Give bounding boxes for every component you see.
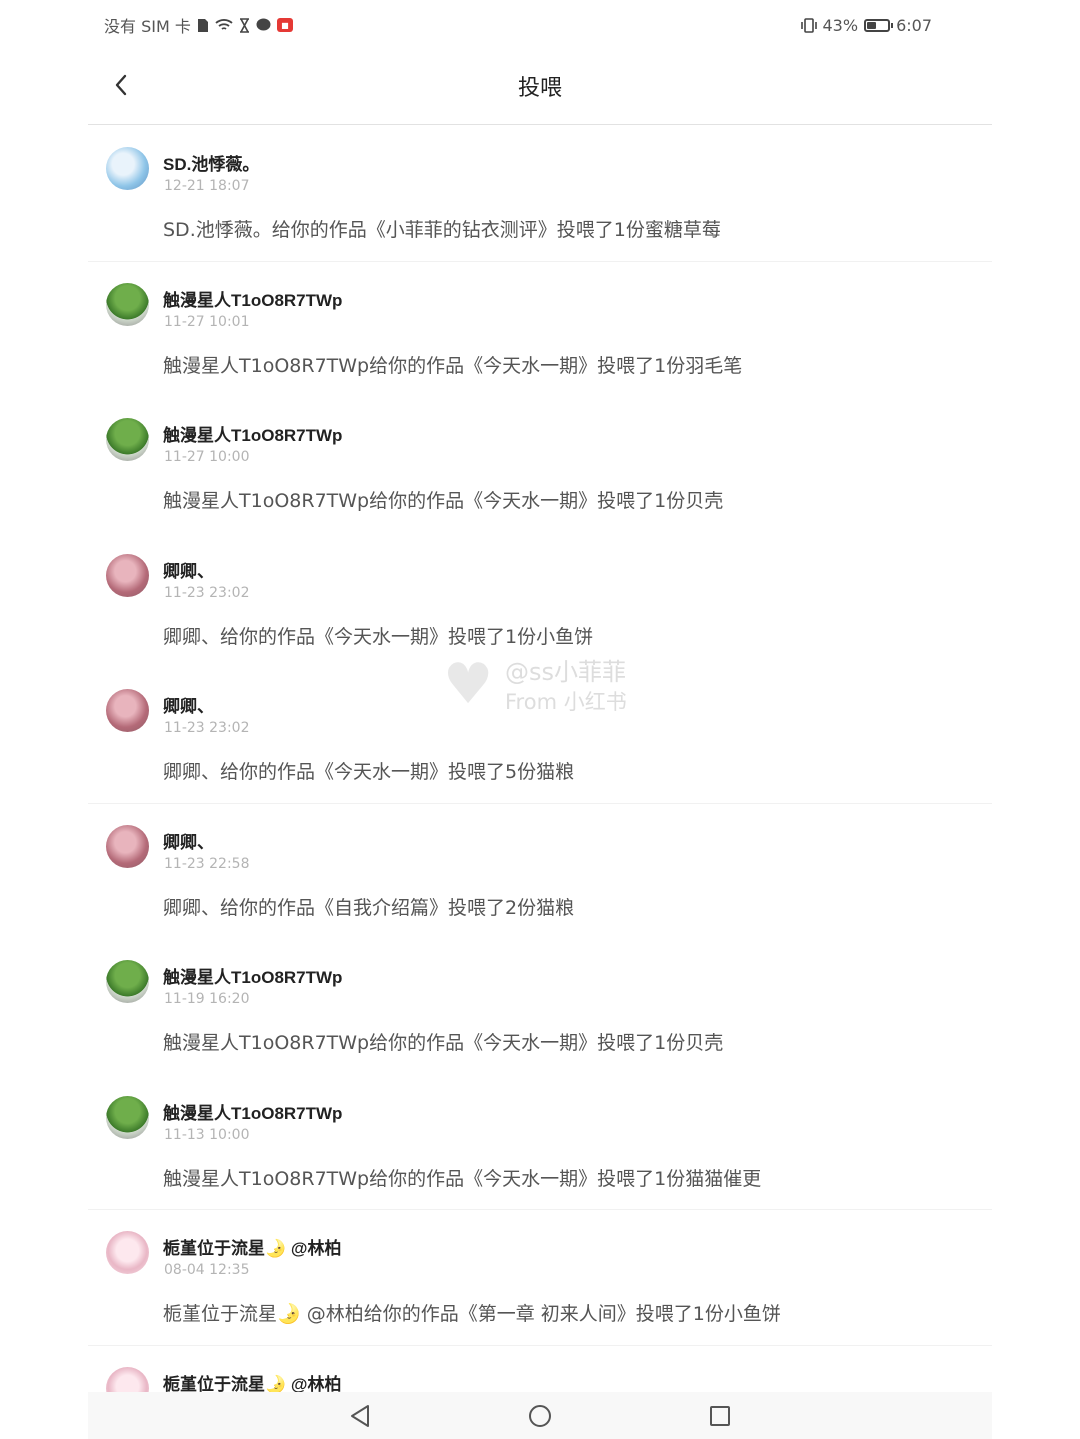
system-nav-bar — [88, 1392, 992, 1439]
nav-back-button[interactable] — [345, 1401, 375, 1431]
feed-item[interactable]: 触漫星人T1oO8R7TWp 11-19 16:20 触漫星人T1oO8R7TWp给… — [88, 939, 992, 1075]
avatar[interactable] — [106, 553, 149, 597]
timestamp: 11-19 16:20 — [164, 991, 250, 1007]
feed-message: 栀堇位于流星🌛 @林柏给你的作品《第一章 初来人间》投喂了1份小鱼饼 — [163, 1303, 781, 1325]
timestamp: 11-27 10:01 — [164, 313, 250, 330]
battery-percent: 43% — [822, 15, 859, 35]
status-right: 43% 6:07 — [800, 15, 932, 35]
timestamp: 12-21 18:07 — [164, 178, 250, 194]
timestamp: 11-23 22:58 — [164, 855, 250, 872]
avatar[interactable] — [106, 1231, 149, 1274]
battery-fill — [867, 21, 877, 29]
nav-home-button[interactable] — [525, 1401, 555, 1431]
chat-bubble-icon — [256, 18, 271, 32]
feed-message: 触漫星人T1oO8R7TWp给你的作品《今天水一期》投喂了1份贝壳 — [163, 490, 724, 512]
page-title: 投喂 — [517, 76, 562, 101]
feed-item[interactable]: SD.池悸薇。 12-21 18:07 SD.池悸薇。给你的作品《小菲菲的钻衣测评》… — [88, 126, 992, 262]
feed-list[interactable]: SD.池悸薇。 12-21 18:07 SD.池悸薇。给你的作品《小菲菲的钻衣测评》… — [88, 126, 992, 1439]
user-name[interactable]: 触漫星人T1oO8R7TWp — [163, 963, 342, 988]
feed-message: SD.池悸薇。给你的作品《小菲菲的钻衣测评》投喂了1份蜜糖草莓 — [163, 219, 721, 241]
avatar[interactable] — [106, 147, 149, 190]
status-left: 没有 SIM 卡 ■ — [104, 13, 293, 37]
status-bar: 没有 SIM 卡 ■ 43% 6:07 — [88, 0, 992, 50]
timestamp: 11-23 23:02 — [164, 584, 250, 601]
feed-item[interactable]: 触漫星人T1oO8R7TWp 11-27 10:00 触漫星人T1oO8R7TWp给… — [88, 397, 992, 533]
user-name[interactable]: 触漫星人T1oO8R7TWp — [163, 1099, 342, 1124]
wifi-icon — [215, 18, 233, 32]
feed-message: 触漫星人T1oO8R7TWp给你的作品《今天水一期》投喂了1份羽毛笔 — [163, 354, 743, 377]
feed-message: 卿卿、给你的作品《今天水一期》投喂了1份小鱼饼 — [163, 625, 594, 648]
avatar[interactable] — [106, 1095, 149, 1139]
feed-message: 卿卿、给你的作品《自我介绍篇》投喂了2份猫粮 — [163, 896, 575, 919]
feed-message: 卿卿、给你的作品《今天水一期》投喂了5份猫粮 — [163, 761, 575, 783]
clock: 6:07 — [896, 15, 932, 35]
home-circle-icon — [529, 1404, 551, 1427]
user-name[interactable]: SD.池悸薇。 — [163, 150, 259, 175]
user-name[interactable]: 卿卿、 — [163, 828, 214, 853]
user-name[interactable]: 栀堇位于流星🌛 @林柏 — [163, 1234, 341, 1259]
carrier-text: 没有 SIM 卡 — [104, 17, 191, 36]
red-app-icon: ■ — [276, 18, 293, 32]
timestamp: 11-23 23:02 — [164, 720, 250, 736]
feed-item[interactable]: 触漫星人T1oO8R7TWp 11-27 10:01 触漫星人T1oO8R7TWp给… — [88, 262, 992, 398]
timestamp: 11-27 10:00 — [164, 449, 250, 465]
user-name[interactable]: 栀堇位于流星🌛 @林柏 — [163, 1370, 341, 1395]
timestamp: 08-04 12:35 — [164, 1262, 250, 1278]
user-name[interactable]: 卿卿、 — [163, 557, 214, 582]
avatar[interactable] — [106, 418, 149, 461]
feed-item[interactable]: 触漫星人T1oO8R7TWp 11-13 10:00 触漫星人T1oO8R7TWp给… — [88, 1075, 992, 1211]
battery-icon — [864, 18, 894, 32]
vibrate-icon — [800, 17, 817, 33]
timestamp: 11-13 10:00 — [164, 1126, 250, 1143]
avatar[interactable] — [106, 282, 149, 326]
header: 投喂 — [88, 50, 992, 125]
feed-message: 触漫星人T1oO8R7TWp给你的作品《今天水一期》投喂了1份猫猫催更 — [163, 1167, 762, 1190]
feed-message: 触漫星人T1oO8R7TWp给你的作品《今天水一期》投喂了1份贝壳 — [163, 1032, 724, 1054]
hourglass-icon — [239, 17, 250, 33]
app-screen: 没有 SIM 卡 ■ 43% 6:07 投喂 SD.池悸薇。 12-21 18:… — [88, 0, 992, 1439]
feed-item[interactable]: 栀堇位于流星🌛 @林柏 08-04 12:35 栀堇位于流星🌛 @林柏给你的作品《第… — [88, 1210, 992, 1346]
avatar[interactable] — [106, 689, 149, 732]
nav-recents-button[interactable] — [705, 1401, 735, 1431]
back-triangle-icon — [351, 1404, 369, 1427]
recents-square-icon — [710, 1405, 730, 1426]
feed-item[interactable]: 卿卿、 11-23 23:02 卿卿、给你的作品《今天水一期》投喂了5份猫粮 — [88, 668, 992, 804]
user-name[interactable]: 卿卿、 — [163, 692, 214, 717]
feed-item[interactable]: 卿卿、 11-23 22:58 卿卿、给你的作品《自我介绍篇》投喂了2份猫粮 — [88, 804, 992, 940]
user-name[interactable]: 触漫星人T1oO8R7TWp — [163, 286, 342, 311]
avatar[interactable] — [106, 824, 149, 868]
feed-item[interactable]: 卿卿、 11-23 23:02 卿卿、给你的作品《今天水一期》投喂了1份小鱼饼 — [88, 533, 992, 669]
user-name[interactable]: 触漫星人T1oO8R7TWp — [163, 421, 342, 446]
avatar[interactable] — [106, 960, 149, 1003]
sim-card-icon — [197, 18, 209, 33]
